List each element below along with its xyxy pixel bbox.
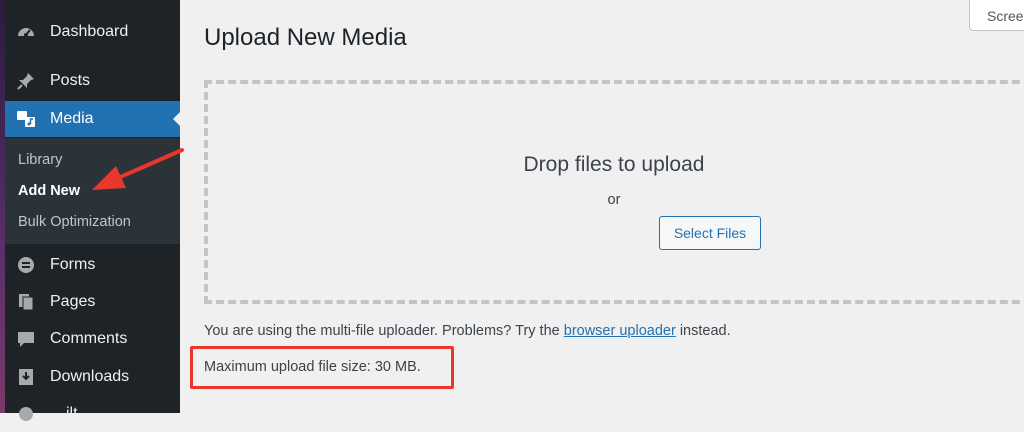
comments-icon xyxy=(15,328,37,350)
annotation-arrow xyxy=(92,148,184,190)
uploader-note-suffix: instead. xyxy=(675,323,731,339)
pin-icon xyxy=(15,70,37,92)
drop-zone-title: Drop files to upload xyxy=(523,153,705,176)
dashboard-icon xyxy=(15,21,37,43)
select-files-button[interactable]: Select Files xyxy=(659,216,761,250)
sidebar-item-pages[interactable]: Pages xyxy=(5,284,180,320)
forms-icon xyxy=(15,254,37,276)
annotation-highlight-box xyxy=(190,346,454,389)
uploader-note-prefix: You are using the multi-file uploader. P… xyxy=(204,323,564,339)
sidebar-item-posts[interactable]: Posts xyxy=(5,63,180,99)
active-indicator xyxy=(173,111,181,127)
generic-icon xyxy=(15,403,37,425)
sidebar-item-label: Forms xyxy=(50,256,96,273)
screen-options-tab[interactable]: Scree xyxy=(969,0,1024,31)
sidebar-item-label: Comments xyxy=(50,330,128,347)
submenu-item-add-new[interactable]: Add New xyxy=(18,183,80,199)
sidebar-item-label: Media xyxy=(50,110,94,127)
sidebar-item-dashboard[interactable]: Dashboard xyxy=(5,14,180,50)
sidebar-item-label: Pages xyxy=(50,293,96,310)
sidebar-item-label: Posts xyxy=(50,72,91,89)
uploader-note: You are using the multi-file uploader. P… xyxy=(204,323,731,339)
submenu-item-library[interactable]: Library xyxy=(18,152,62,168)
submenu-item-bulk-optimization[interactable]: Bulk Optimization xyxy=(18,214,131,230)
drop-zone-info: Drop files to upload or Select Files xyxy=(204,80,1024,304)
media-icon xyxy=(15,108,37,130)
sidebar-item-downloads[interactable]: Downloads xyxy=(5,359,180,395)
pages-icon xyxy=(15,291,37,313)
sidebar-item-comments[interactable]: Comments xyxy=(5,321,180,357)
sidebar-item-label: …ilt xyxy=(50,405,78,422)
sidebar-item-forms[interactable]: Forms xyxy=(5,247,180,283)
sidebar-item-partial[interactable]: …ilt xyxy=(5,396,180,432)
admin-sidebar: Dashboard Posts Media Library Add New Bu… xyxy=(5,0,181,422)
page-title: Upload New Media xyxy=(204,24,407,51)
sidebar-item-media[interactable]: Media xyxy=(5,101,181,137)
drop-zone-or: or xyxy=(607,192,621,208)
sidebar-item-label: Downloads xyxy=(50,368,130,385)
download-icon xyxy=(15,366,37,388)
browser-uploader-link[interactable]: browser uploader xyxy=(564,323,676,339)
sidebar-item-label: Dashboard xyxy=(50,23,129,40)
